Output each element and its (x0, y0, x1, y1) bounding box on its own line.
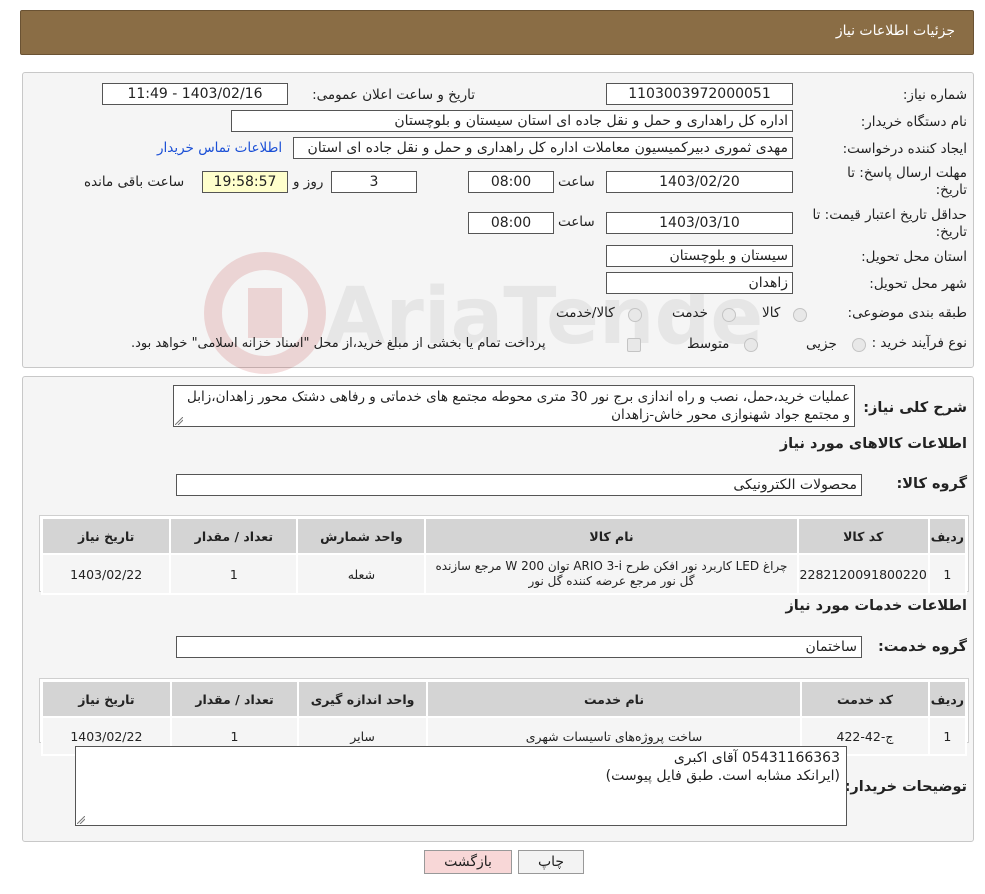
goods-section-title: اطلاعات کالاهای مورد نیاز (779, 436, 967, 452)
process-small-label: جزیی (806, 336, 837, 352)
goods-group-field: محصولات الکترونیکی (176, 474, 862, 496)
resize-grip-icon[interactable] (77, 816, 85, 824)
col-header: نام کالا (424, 517, 799, 555)
col-header: تعداد / مقدار (169, 517, 299, 555)
category-both-radio[interactable] (628, 308, 642, 322)
buyer-org-label: نام دستگاه خریدار: (860, 114, 967, 130)
cell-code: 2282120091800220 (796, 553, 930, 595)
process-medium-label: متوسط (687, 336, 730, 352)
process-medium-radio[interactable] (744, 338, 758, 352)
cell-date: 1403/02/22 (40, 553, 172, 595)
process-label: نوع فرآیند خرید : (871, 335, 967, 351)
cell-qty: 1 (169, 553, 299, 595)
buyer-org-field: اداره کل راهداری و حمل و نقل جاده ای است… (231, 110, 793, 132)
deadline-time-field: 08:00 (468, 171, 554, 193)
category-label: طبقه بندی موضوعی: (847, 305, 967, 321)
days-field: 3 (331, 171, 417, 193)
province-label: استان محل تحویل: (861, 249, 967, 265)
cell-row: 1 (927, 553, 968, 595)
announce-field: 1403/02/16 - 11:49 (102, 83, 288, 105)
goods-table-header: ردیف کد کالا نام کالا واحد شمارش تعداد /… (40, 517, 968, 555)
col-header: تاریخ نیاز (40, 517, 172, 555)
deadline-date-field: 1403/02/20 (606, 171, 793, 193)
page-title: جزئیات اطلاعات نیاز (835, 23, 955, 39)
description-label: شرح کلی نیاز: (863, 400, 967, 416)
validity-label: حداقل تاریخ اعتبار قیمت: تا (812, 207, 967, 223)
cell-row: 1 (927, 716, 968, 756)
table-row: 1 2282120091800220 چراغ LED کاربرد نور ا… (40, 553, 968, 595)
col-header: ردیف (927, 517, 968, 555)
need-number-label: شماره نیاز: (902, 87, 967, 103)
days-label: روز و (293, 174, 324, 190)
category-goods-label: کالا (762, 305, 781, 321)
buyer-notes-textarea[interactable]: 05431166363 آقای اکبری (ایرانکد مشابه اس… (75, 746, 847, 826)
col-header: تعداد / مقدار (169, 680, 300, 718)
validity-label-2: تاریخ: (935, 224, 967, 240)
buyer-notes-line-1: 05431166363 آقای اکبری (673, 750, 840, 766)
payment-checkbox[interactable] (627, 338, 641, 352)
cell-name: چراغ LED کاربرد نور افکن طرح ARIO 3-i تو… (424, 553, 799, 595)
contact-link[interactable]: اطلاعات تماس خریدار (157, 140, 282, 156)
creator-field: مهدی ثموری دبیرکمیسیون معاملات اداره کل … (293, 137, 793, 159)
cell-unit: شعله (296, 553, 427, 595)
col-header: نام خدمت (425, 680, 803, 718)
deadline-time-label: ساعت (558, 174, 595, 190)
services-table: ردیف کد خدمت نام خدمت واحد اندازه گیری ت… (41, 680, 968, 756)
col-header: ردیف (927, 680, 968, 718)
process-small-radio[interactable] (852, 338, 866, 352)
need-number-field: 1103003972000051 (606, 83, 793, 105)
services-group-label: گروه خدمت: (877, 639, 967, 655)
announce-label: تاریخ و ساعت اعلان عمومی: (312, 87, 475, 103)
services-section-title: اطلاعات خدمات مورد نیاز (785, 598, 967, 614)
buyer-notes-line-2: (ایرانکد مشابه است. طبق فایل پیوست) (605, 768, 840, 784)
col-header: تاریخ نیاز (41, 680, 172, 718)
validity-date-field: 1403/03/10 (606, 212, 793, 234)
goods-table: ردیف کد کالا نام کالا واحد شمارش تعداد /… (40, 517, 968, 595)
remaining-label: ساعت باقی مانده (84, 174, 185, 190)
category-service-label: خدمت (672, 305, 708, 321)
buyer-notes-label: توضیحات خریدار: (844, 779, 967, 795)
category-service-radio[interactable] (722, 308, 736, 322)
col-header: واحد شمارش (296, 517, 427, 555)
col-header: واحد اندازه گیری (297, 680, 428, 718)
validity-time-label: ساعت (558, 214, 595, 230)
category-goods-radio[interactable] (793, 308, 807, 322)
services-table-header: ردیف کد خدمت نام خدمت واحد اندازه گیری ت… (41, 680, 968, 718)
description-text: عملیات خرید،حمل، نصب و راه اندازی برج نو… (186, 389, 850, 423)
col-header: کد خدمت (800, 680, 930, 718)
services-group-field: ساختمان (176, 636, 862, 658)
province-field: سیستان و بلوچستان (606, 245, 793, 267)
goods-group-label: گروه کالا: (896, 476, 967, 492)
city-label: شهر محل تحویل: (869, 276, 967, 292)
back-button[interactable]: بازگشت (424, 850, 512, 874)
city-field: زاهدان (606, 272, 793, 294)
print-button[interactable]: چاپ (518, 850, 584, 874)
category-both-label: کالا/خدمت (556, 305, 615, 321)
validity-time-field: 08:00 (468, 212, 554, 234)
payment-note: پرداخت تمام یا بخشی از مبلغ خرید،از محل … (131, 336, 546, 351)
deadline-label: مهلت ارسال پاسخ: تا (847, 165, 967, 181)
col-header: کد کالا (796, 517, 930, 555)
deadline-label-2: تاریخ: (935, 182, 967, 198)
creator-label: ایجاد کننده درخواست: (842, 141, 967, 157)
page-header: جزئیات اطلاعات نیاز (20, 10, 974, 55)
remaining-time-field: 19:58:57 (202, 171, 288, 193)
resize-grip-icon[interactable] (175, 417, 183, 425)
description-textarea[interactable]: عملیات خرید،حمل، نصب و راه اندازی برج نو… (173, 385, 855, 427)
